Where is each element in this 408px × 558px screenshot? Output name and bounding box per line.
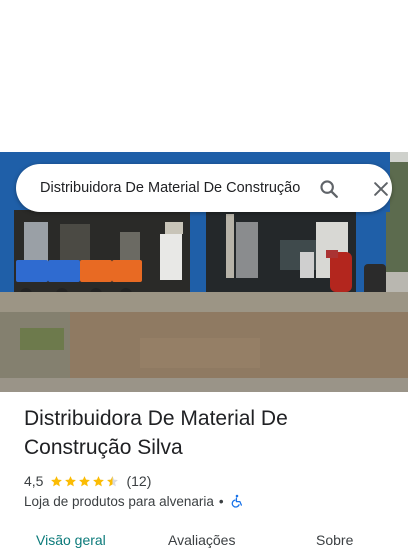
rating-row[interactable]: 4,5 (12) — [24, 471, 151, 491]
clear-search-button[interactable] — [368, 176, 394, 202]
star-full-icon — [51, 475, 63, 486]
close-icon — [374, 182, 388, 196]
place-category: Loja de produtos para alvenaria — [24, 493, 214, 509]
tab-overview[interactable]: Visão geral — [36, 532, 106, 548]
star-half-icon — [107, 475, 119, 486]
place-tabs: Visão geral Avaliações Sobre — [0, 528, 408, 558]
star-full-icon — [65, 475, 77, 486]
place-title: Distribuidora De Material De Construção … — [24, 407, 288, 459]
search-bar[interactable]: Distribuidora De Material De Construção … — [16, 164, 392, 212]
star-full-icon — [93, 475, 105, 486]
search-button[interactable] — [316, 176, 342, 202]
map-blank-area — [0, 0, 408, 152]
review-count[interactable]: (12) — [126, 473, 151, 489]
category-row: Loja de produtos para alvenaria • — [24, 492, 244, 510]
star-rating — [50, 475, 120, 488]
wheelchair-icon[interactable] — [230, 494, 244, 508]
search-input[interactable]: Distribuidora De Material De Construção … — [40, 164, 302, 212]
search-icon — [320, 180, 338, 198]
tab-reviews[interactable]: Avaliações — [168, 532, 235, 548]
rating-value: 4,5 — [24, 473, 44, 489]
tab-about[interactable]: Sobre — [316, 532, 353, 548]
star-full-icon — [79, 475, 91, 486]
separator-dot: • — [218, 493, 224, 509]
